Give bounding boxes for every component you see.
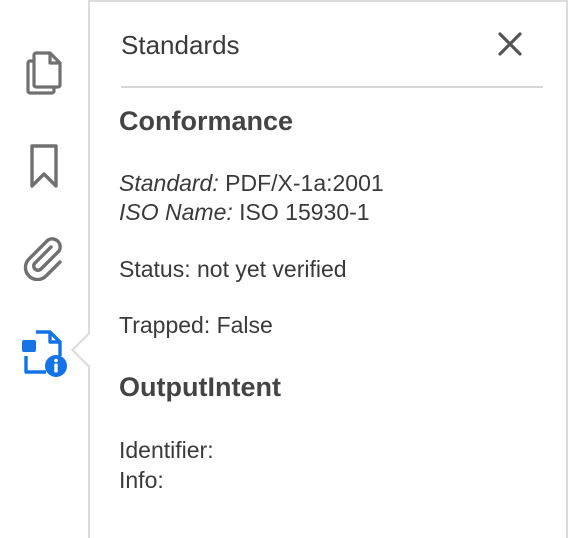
standard-row: Standard: PDF/X-1a:2001 — [119, 170, 384, 197]
standards-panel: Standards Conformance Standard: PDF/X-1a… — [90, 0, 566, 538]
conformance-heading: Conformance — [119, 106, 294, 136]
trapped-text: Trapped: False — [119, 312, 273, 338]
standards-icon[interactable] — [18, 326, 70, 378]
iso-name-row: ISO Name: ISO 15930-1 — [119, 199, 370, 226]
attachment-icon[interactable] — [18, 232, 70, 284]
info-text: Info: — [119, 467, 164, 493]
tool-sidebar — [0, 0, 88, 538]
close-icon — [498, 32, 522, 56]
output-intent-heading: OutputIntent — [119, 372, 281, 402]
iso-name-value: ISO 15930-1 — [239, 199, 370, 225]
iso-name-label: ISO Name: — [119, 199, 233, 225]
bookmark-icon[interactable] — [18, 140, 70, 192]
identifier-text: Identifier: — [119, 437, 214, 463]
standard-label: Standard: — [119, 170, 219, 196]
pages-icon[interactable] — [18, 46, 70, 98]
close-button[interactable] — [494, 28, 526, 60]
title-divider — [121, 86, 543, 88]
standard-value: PDF/X-1a:2001 — [225, 170, 384, 196]
panel-title: Standards — [121, 30, 240, 60]
status-text: Status: not yet verified — [119, 256, 347, 282]
